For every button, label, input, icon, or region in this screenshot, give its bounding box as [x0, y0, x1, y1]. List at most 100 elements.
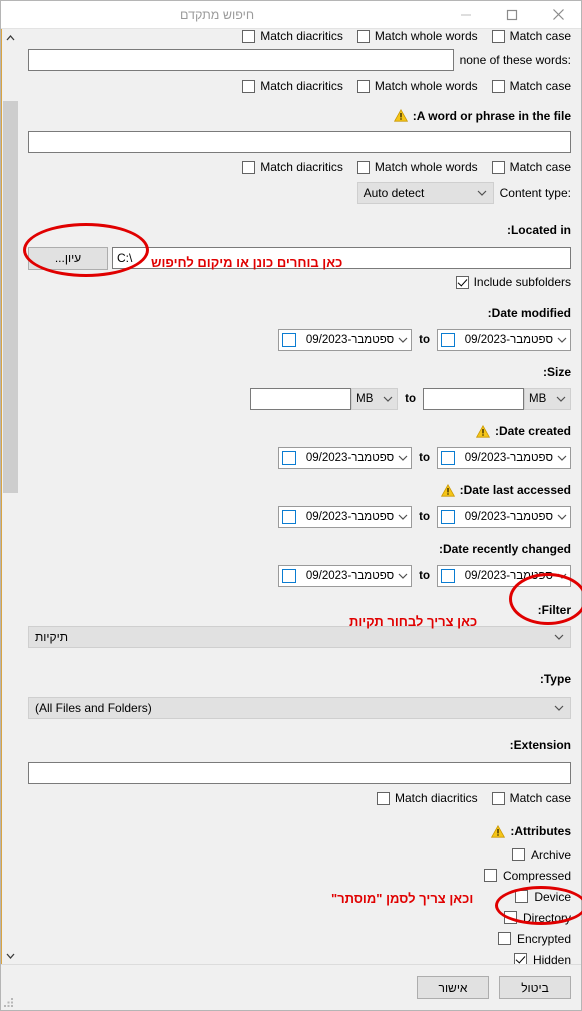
content-type-combo[interactable]: Auto detect	[356, 181, 494, 204]
chevron-down-icon[interactable]	[557, 514, 567, 520]
attribute-item[interactable]: Compressed	[28, 865, 571, 886]
match-diacritics-label-4: Match diacritics	[394, 791, 478, 805]
cancel-button[interactable]: ביטול	[499, 976, 571, 999]
match-case-group-4[interactable]: Match case	[491, 791, 571, 805]
date-last-accessed-to-checkbox[interactable]	[282, 509, 297, 524]
date-created-to[interactable]: ספטמבר-09/2023	[278, 446, 413, 469]
match-case-group-2[interactable]: Match case	[491, 79, 571, 93]
close-button[interactable]	[535, 1, 581, 28]
extension-input[interactable]	[28, 761, 571, 784]
filter-combo[interactable]: תיקיות	[28, 625, 571, 648]
date-modified-to[interactable]: ספטמבר-09/2023	[278, 328, 413, 351]
none-of-these-words-input[interactable]	[28, 48, 454, 71]
size-to-unit-combo[interactable]: MB	[351, 387, 399, 410]
size-from-input[interactable]	[423, 387, 524, 410]
attribute-item[interactable]: Device	[28, 886, 571, 907]
scroll-up-button[interactable]	[2, 29, 19, 46]
attribute-item[interactable]: Hidden	[28, 949, 571, 964]
date-recently-changed-from-checkbox[interactable]	[441, 568, 455, 583]
word-or-phrase-input[interactable]	[28, 130, 571, 153]
size-row: MB to MB	[28, 385, 571, 412]
match-whole-words-checkbox-3[interactable]	[356, 160, 370, 174]
date-created-header: :Date created	[28, 412, 571, 444]
minimize-button[interactable]	[443, 1, 489, 28]
attribute-item[interactable]: Archive	[28, 844, 571, 865]
match-case-group-3[interactable]: Match case	[491, 160, 571, 174]
checkbox-row-4: Match case Match diacritics	[28, 786, 571, 810]
date-last-accessed-from-checkbox[interactable]	[441, 509, 455, 524]
date-modified-from-checkbox[interactable]	[441, 332, 455, 347]
chevron-down-icon[interactable]	[398, 573, 408, 579]
chevron-down-icon[interactable]	[398, 455, 408, 461]
scrollbar-thumb[interactable]	[2, 101, 18, 493]
date-recently-changed-to[interactable]: ספטמבר-09/2023	[278, 564, 413, 587]
chevron-down-icon[interactable]	[398, 337, 408, 343]
match-diacritics-group-3[interactable]: Match diacritics	[242, 160, 343, 174]
chevron-down-icon	[477, 190, 487, 196]
match-diacritics-group-top[interactable]: Match diacritics	[242, 29, 343, 43]
date-modified-from[interactable]: ספטמבר-09/2023	[437, 328, 571, 351]
chevron-down-icon[interactable]	[398, 514, 408, 520]
date-created-to-label: to	[419, 451, 430, 464]
match-case-checkbox-3[interactable]	[491, 160, 505, 174]
filter-label: :Filter	[537, 603, 571, 617]
located-in-header: :Located in	[28, 206, 571, 245]
match-diacritics-checkbox-top[interactable]	[242, 29, 256, 43]
attributes-label: :Attributes	[510, 824, 571, 838]
type-combo[interactable]: (All Files and Folders)	[28, 696, 571, 719]
match-diacritics-group-4[interactable]: Match diacritics	[376, 791, 478, 805]
date-last-accessed-to[interactable]: ספטמבר-09/2023	[278, 505, 413, 528]
vertical-scrollbar[interactable]	[1, 29, 18, 964]
chevron-down-icon[interactable]	[557, 455, 567, 461]
date-last-accessed-from[interactable]: ספטמבר-09/2023	[437, 505, 571, 528]
date-recently-changed-to-checkbox[interactable]	[282, 568, 297, 583]
located-in-input[interactable]: C:\	[112, 247, 571, 269]
attribute-checkbox-archive[interactable]	[511, 848, 525, 861]
attribute-item[interactable]: Encrypted	[28, 928, 571, 949]
match-whole-words-group-3[interactable]: Match whole words	[356, 160, 478, 174]
attribute-checkbox-device[interactable]	[515, 890, 529, 903]
chevron-down-icon[interactable]	[557, 573, 567, 579]
scrollbar-track[interactable]	[2, 46, 19, 947]
date-created-to-checkbox[interactable]	[282, 450, 297, 465]
date-modified-to-checkbox[interactable]	[282, 332, 297, 347]
attribute-label: Directory	[522, 910, 571, 925]
match-case-group-top[interactable]: Match case	[491, 29, 571, 43]
match-diacritics-checkbox-4[interactable]	[376, 791, 390, 805]
match-case-checkbox-top[interactable]	[491, 29, 505, 43]
chevron-down-icon[interactable]	[557, 337, 567, 343]
size-from-unit-combo[interactable]: MB	[524, 387, 571, 410]
match-whole-words-group-top[interactable]: Match whole words	[356, 29, 478, 43]
scroll-down-button[interactable]	[2, 947, 19, 964]
match-whole-words-label-3: Match whole words	[374, 160, 478, 174]
match-whole-words-checkbox-top[interactable]	[356, 29, 370, 43]
match-diacritics-checkbox-3[interactable]	[242, 160, 256, 174]
include-subfolders-group[interactable]: Include subfolders	[455, 275, 571, 289]
date-recently-changed-from[interactable]: ספטמבר-09/2023	[437, 564, 571, 587]
include-subfolders-checkbox[interactable]	[455, 275, 469, 289]
date-modified-label: :Date modified	[487, 306, 571, 320]
ok-button[interactable]: אישור	[417, 976, 489, 999]
match-case-checkbox-4[interactable]	[491, 791, 505, 805]
date-created-from-checkbox[interactable]	[441, 450, 455, 465]
maximize-button[interactable]	[489, 1, 535, 28]
warning-icon-date-created	[475, 424, 491, 438]
match-diacritics-checkbox-2[interactable]	[242, 79, 256, 93]
resize-grip-icon[interactable]	[4, 998, 14, 1008]
attribute-checkbox-encrypted[interactable]	[497, 932, 511, 945]
attribute-checkbox-hidden[interactable]	[513, 953, 527, 964]
match-whole-words-group-2[interactable]: Match whole words	[356, 79, 478, 93]
date-created-label: :Date created	[494, 424, 571, 438]
match-diacritics-label-3: Match diacritics	[260, 160, 343, 174]
match-whole-words-checkbox-2[interactable]	[356, 79, 370, 93]
browse-button[interactable]: עיון...	[28, 246, 108, 270]
date-created-from[interactable]: ספטמבר-09/2023	[437, 446, 571, 469]
size-to-input[interactable]	[250, 387, 352, 410]
maximize-icon	[506, 9, 518, 20]
attribute-checkbox-directory[interactable]	[503, 911, 517, 924]
match-case-checkbox-2[interactable]	[491, 79, 505, 93]
attribute-item[interactable]: Directory	[28, 907, 571, 928]
attribute-label: Archive	[530, 847, 571, 862]
attribute-checkbox-compressed[interactable]	[483, 869, 497, 882]
match-diacritics-group-2[interactable]: Match diacritics	[242, 79, 343, 93]
